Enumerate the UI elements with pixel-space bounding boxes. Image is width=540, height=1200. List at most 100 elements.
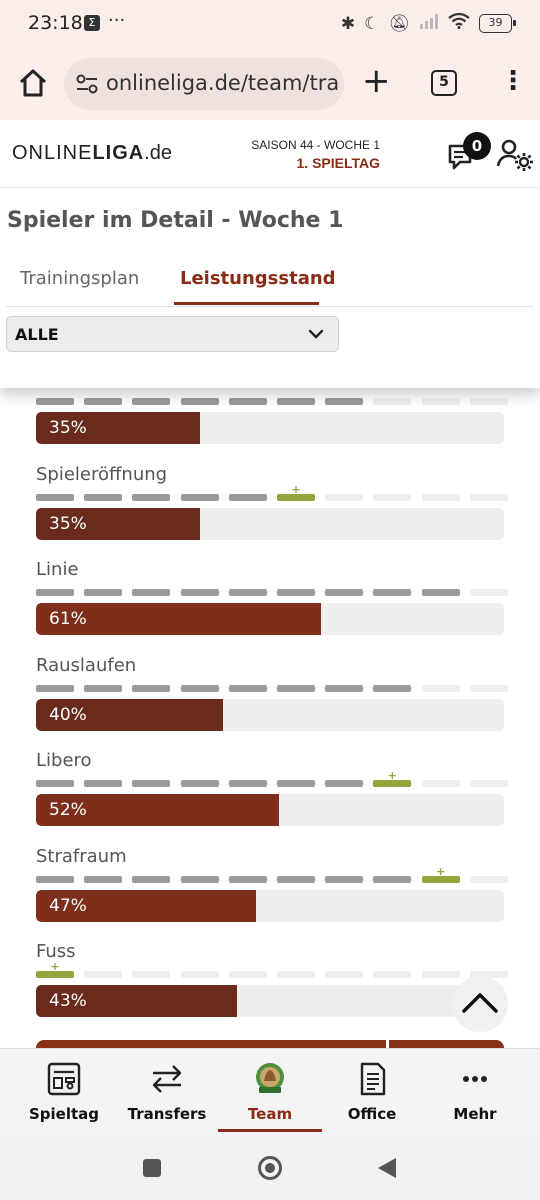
skill-segment bbox=[325, 684, 364, 692]
moon-icon: ☾ bbox=[364, 13, 380, 34]
skill-segment bbox=[277, 398, 315, 405]
nav-label: Mehr bbox=[453, 1105, 497, 1123]
wifi-icon bbox=[448, 12, 470, 34]
logo-text-online: ONLINE bbox=[12, 142, 93, 164]
skill-level-segments: + bbox=[36, 961, 508, 979]
nav-label: Office bbox=[347, 1105, 397, 1123]
skill-segment bbox=[132, 971, 171, 978]
skill-level-segments: + bbox=[36, 484, 508, 502]
skill-progress-bar: 43% bbox=[36, 985, 504, 1017]
skill-segment bbox=[373, 493, 412, 501]
nav-team[interactable]: Team bbox=[220, 1049, 320, 1137]
skill-segment bbox=[132, 875, 171, 883]
more-dots-icon bbox=[463, 1076, 487, 1082]
skill-segment bbox=[36, 875, 74, 883]
skill-percent: 61% bbox=[49, 609, 87, 629]
skill-name: Linie bbox=[36, 559, 79, 580]
site-settings-icon[interactable] bbox=[76, 74, 98, 94]
bottom-navigation: Spieltag Transfers Team Office Mehr bbox=[0, 1048, 540, 1136]
active-tab-indicator bbox=[174, 302, 319, 305]
skill-segment bbox=[132, 684, 171, 692]
address-bar[interactable]: onlineliga.de/team/tra bbox=[64, 58, 344, 110]
tab-divider bbox=[6, 306, 534, 307]
tab-switcher-button[interactable]: 5 bbox=[431, 70, 457, 96]
transfer-arrows-icon bbox=[152, 1065, 182, 1093]
system-navigation bbox=[0, 1136, 540, 1200]
tab-leistungsstand[interactable]: Leistungsstand bbox=[180, 268, 336, 289]
battery-icon: 39 bbox=[479, 14, 516, 33]
url-text[interactable]: onlineliga.de/team/tra bbox=[106, 71, 339, 95]
site-logo[interactable]: ONLINELIGA.de bbox=[12, 142, 172, 165]
skill-level-segments bbox=[36, 398, 508, 406]
nav-office[interactable]: Office bbox=[322, 1049, 422, 1137]
page-title: Spieler im Detail - Woche 1 bbox=[7, 208, 344, 233]
recent-apps-icon[interactable] bbox=[143, 1159, 161, 1177]
nav-mehr[interactable]: Mehr bbox=[425, 1049, 525, 1137]
skill-segment bbox=[36, 684, 74, 692]
nav-transfers[interactable]: Transfers bbox=[117, 1049, 217, 1137]
home-icon[interactable] bbox=[14, 64, 52, 102]
more-notifications-icon: ··· bbox=[108, 10, 126, 31]
plus-icon: + bbox=[291, 482, 301, 496]
skill-segment bbox=[373, 589, 412, 596]
active-nav-indicator bbox=[218, 1129, 322, 1132]
next-skill-bar-partial bbox=[36, 1040, 504, 1048]
site-header: ONLINELIGA.de SAISON 44 - WOCHE 1 1. SPI… bbox=[0, 120, 540, 188]
skill-percent: 47% bbox=[49, 895, 87, 916]
skill-progress-bar: 61% bbox=[36, 603, 504, 635]
plus-icon: + bbox=[387, 769, 397, 782]
back-triangle-icon[interactable] bbox=[378, 1158, 396, 1178]
skill-level-segments: + bbox=[36, 770, 508, 788]
skill-segment bbox=[469, 493, 508, 501]
new-tab-icon[interactable]: + bbox=[362, 64, 391, 98]
skill-percent: 43% bbox=[49, 991, 87, 1011]
logo-text-domain: .de bbox=[144, 142, 173, 164]
skill-segment bbox=[277, 684, 315, 692]
skill-segment bbox=[421, 780, 460, 787]
home-circle-icon[interactable] bbox=[258, 1156, 282, 1180]
matchday-label: 1. SPIELTAG bbox=[296, 155, 381, 171]
browser-toolbar: onlineliga.de/team/tra + 5 ⋮ bbox=[0, 50, 540, 120]
skill-percent: 35% bbox=[49, 513, 87, 534]
skill-segment bbox=[421, 684, 460, 692]
skill-level-segments bbox=[36, 684, 508, 693]
season-info[interactable]: SAISON 44 - WOCHE 1 1. SPIELTAG bbox=[251, 138, 380, 171]
scroll-to-top-button[interactable] bbox=[452, 976, 508, 1032]
skill-segment bbox=[325, 493, 364, 501]
skill-percent: 40% bbox=[49, 704, 87, 725]
skill-segment bbox=[421, 589, 460, 596]
logo-text-liga: LIGA bbox=[92, 142, 145, 164]
skills-list[interactable]: Talent35%Spieleröffnung +35% Linie 61% Rausl… bbox=[0, 378, 540, 1048]
skill-percent: 35% bbox=[49, 418, 87, 438]
skill-segment bbox=[469, 684, 508, 692]
chevron-down-icon bbox=[308, 329, 324, 339]
browser-menu-icon[interactable]: ⋮ bbox=[500, 68, 526, 94]
team-crest-icon bbox=[256, 1063, 284, 1093]
skill-name: Spieleröffnung bbox=[36, 463, 168, 485]
messages-count-badge: 0 bbox=[463, 132, 491, 160]
skill-segment bbox=[84, 589, 123, 596]
nav-spieltag[interactable]: Spieltag bbox=[14, 1049, 114, 1137]
matchday-board-icon bbox=[47, 1062, 81, 1096]
skill-segment bbox=[469, 398, 508, 405]
skill-segment bbox=[421, 398, 460, 405]
skill-segment bbox=[228, 971, 267, 978]
tab-trainingsplan[interactable]: Trainingsplan bbox=[20, 268, 139, 289]
skill-segment bbox=[469, 589, 508, 596]
bluetooth-icon: ✱ bbox=[340, 13, 356, 34]
nav-label: Transfers bbox=[127, 1105, 207, 1123]
skill-row: Spieleröffnung +35% bbox=[36, 463, 508, 559]
plus-icon: + bbox=[435, 864, 446, 878]
skill-percent: 52% bbox=[49, 800, 87, 820]
skill-segment bbox=[325, 971, 364, 978]
skill-segment bbox=[84, 875, 123, 883]
skill-segment bbox=[228, 493, 267, 501]
season-week: SAISON 44 - WOCHE 1 bbox=[251, 138, 380, 152]
skill-segment bbox=[180, 398, 219, 405]
skill-segment bbox=[325, 398, 364, 405]
position-filter-select[interactable]: ALLE bbox=[6, 316, 339, 352]
status-time: 23:18 bbox=[28, 12, 83, 34]
nav-label: Team bbox=[247, 1105, 293, 1123]
nav-label: Spieltag bbox=[28, 1105, 100, 1123]
user-settings-icon[interactable] bbox=[496, 138, 534, 172]
